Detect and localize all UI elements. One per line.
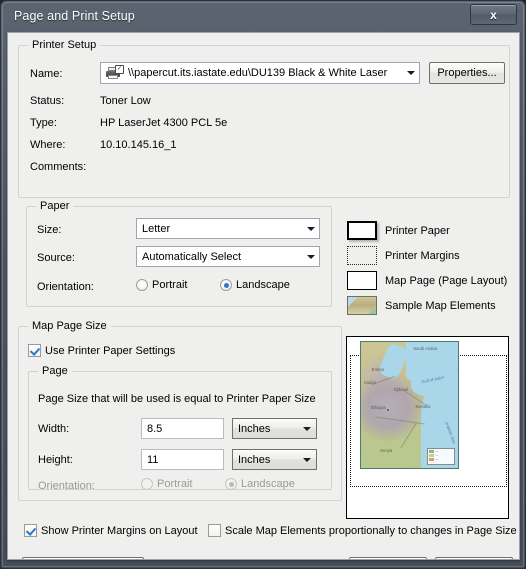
paper-orientation-landscape-label: Landscape	[236, 279, 290, 291]
paper-orientation-portrait-label: Portrait	[152, 279, 188, 291]
close-icon: x	[490, 7, 497, 22]
use-printer-paper-settings-checkbox[interactable]: Use Printer Paper Settings	[28, 344, 175, 357]
map-city-marker	[387, 408, 390, 411]
map-label-saudi-arabia: Saudi Arabia	[413, 345, 438, 351]
show-printer-margins-label: Show Printer Margins on Layout	[41, 524, 198, 537]
map-label-kenya: Kenya	[380, 447, 393, 453]
radio-icon	[225, 478, 237, 490]
radio-icon	[136, 279, 148, 291]
printer-name-combo[interactable]: ✓ \\papercut.its.iastate.edu\DU139 Black…	[100, 62, 420, 84]
map-label-djibouti: Djibouti	[393, 387, 408, 393]
legend-item-map-page: Map Page (Page Layout)	[347, 271, 507, 290]
map-width-unit-value: Inches	[238, 422, 271, 435]
chevron-down-icon	[298, 457, 316, 462]
legend-label-printer-paper: Printer Paper	[385, 224, 450, 237]
map-label-somalia: Somalia	[415, 403, 431, 409]
preview-map-thumbnail: Saudi Arabia Eritrea Sudan Djibouti Soma…	[360, 341, 459, 469]
paper-orientation-landscape-radio[interactable]: Landscape	[220, 279, 290, 291]
radio-icon	[141, 478, 153, 490]
data-driven-pages-button[interactable]: Data Driven Pages...	[22, 557, 144, 559]
map-orientation-portrait-label: Portrait	[157, 478, 193, 490]
page-preview-panel: Saudi Arabia Eritrea Sudan Djibouti Soma…	[346, 336, 509, 519]
legend-label-printer-margins: Printer Margins	[385, 249, 460, 262]
printer-setup-group-title: Printer Setup	[28, 39, 101, 51]
use-printer-paper-settings-label: Use Printer Paper Settings	[45, 344, 176, 357]
legend-label-sample-map-elements: Sample Map Elements	[385, 299, 496, 312]
map-height-unit-combo[interactable]: Inches	[232, 449, 317, 470]
printer-name-label: Name:	[30, 68, 63, 80]
printer-name-value: \\papercut.its.iastate.edu\DU139 Black &…	[128, 67, 388, 79]
status-label: Status:	[30, 95, 65, 107]
map-label-ethiopia: Ethiopia	[370, 405, 386, 410]
ok-button[interactable]: OK	[349, 557, 427, 559]
paper-size-label: Size:	[37, 224, 62, 236]
map-width-value: 8.5	[147, 422, 163, 435]
map-height-unit-value: Inches	[238, 453, 271, 466]
legend-item-sample-map-elements: Sample Map Elements	[347, 296, 496, 315]
legend-label-map-page: Map Page (Page Layout)	[385, 274, 508, 287]
checkbox-icon	[208, 524, 221, 537]
map-height-input[interactable]: 11	[141, 449, 224, 470]
paper-source-label: Source:	[37, 252, 75, 264]
status-value: Toner Low	[100, 95, 151, 107]
legend-item-printer-margins: Printer Margins	[347, 246, 460, 265]
where-label: Where:	[30, 139, 66, 151]
comments-label: Comments:	[30, 161, 87, 173]
page-size-note: Page Size that will be used is equal to …	[38, 393, 316, 405]
map-orientation-landscape-radio: Landscape	[225, 478, 295, 490]
map-width-label: Width:	[38, 423, 70, 435]
map-label-eritrea: Eritrea	[371, 367, 384, 373]
map-inset-legend: — — —	[427, 448, 455, 465]
map-page-size-group-title: Map Page Size	[28, 320, 111, 332]
close-button[interactable]: x	[470, 4, 517, 25]
scale-map-elements-label: Scale Map Elements proportionally to cha…	[225, 524, 517, 537]
properties-button-label: Properties...	[437, 67, 497, 79]
printer-paper-swatch-icon	[347, 221, 377, 240]
window-title: Page and Print Setup	[14, 9, 135, 23]
paper-size-combo[interactable]: Letter	[136, 218, 320, 239]
printer-margins-swatch-icon	[347, 246, 377, 265]
page-group-title: Page	[38, 365, 72, 377]
map-height-label: Height:	[38, 454, 73, 466]
dialog-client-area: Printer Setup Name: ✓ \\papercut.its.ias…	[7, 32, 520, 560]
map-orientation-label: Orientation:	[38, 480, 95, 492]
checkbox-icon	[24, 524, 37, 537]
where-value: 10.10.145.16_1	[100, 139, 177, 151]
paper-group-title: Paper	[36, 200, 74, 212]
map-page-swatch-icon	[347, 271, 377, 290]
paper-orientation-portrait-radio[interactable]: Portrait	[136, 279, 187, 291]
map-orientation-landscape-label: Landscape	[241, 478, 295, 490]
map-width-input[interactable]: 8.5	[141, 418, 224, 439]
scale-map-elements-checkbox[interactable]: Scale Map Elements proportionally to cha…	[208, 524, 517, 537]
title-bar: Page and Print Setup x	[1, 1, 525, 31]
map-orientation-portrait-radio: Portrait	[141, 478, 192, 490]
show-printer-margins-checkbox[interactable]: Show Printer Margins on Layout	[24, 524, 198, 537]
legend-item-printer-paper: Printer Paper	[347, 221, 450, 240]
type-label: Type:	[30, 117, 57, 129]
chevron-down-icon	[402, 71, 419, 75]
type-value: HP LaserJet 4300 PCL 5e	[100, 117, 228, 129]
chevron-down-icon	[302, 254, 319, 259]
map-label-sudan: Sudan	[363, 379, 377, 385]
map-width-unit-combo[interactable]: Inches	[232, 418, 317, 439]
chevron-down-icon	[298, 426, 316, 431]
properties-button[interactable]: Properties...	[429, 62, 505, 84]
cancel-button[interactable]: Cancel	[435, 557, 513, 559]
sample-map-elements-swatch-icon	[347, 296, 377, 315]
paper-orientation-label: Orientation:	[37, 281, 94, 293]
paper-source-combo[interactable]: Automatically Select	[136, 246, 320, 267]
paper-size-value: Letter	[142, 222, 171, 235]
printer-icon: ✓	[105, 65, 124, 80]
page-and-print-setup-dialog: Page and Print Setup x Printer Setup Nam…	[0, 0, 526, 569]
chevron-down-icon	[302, 226, 319, 231]
map-height-value: 11	[147, 453, 159, 466]
paper-source-value: Automatically Select	[142, 250, 242, 263]
checkbox-icon	[28, 344, 41, 357]
radio-icon	[220, 279, 232, 291]
